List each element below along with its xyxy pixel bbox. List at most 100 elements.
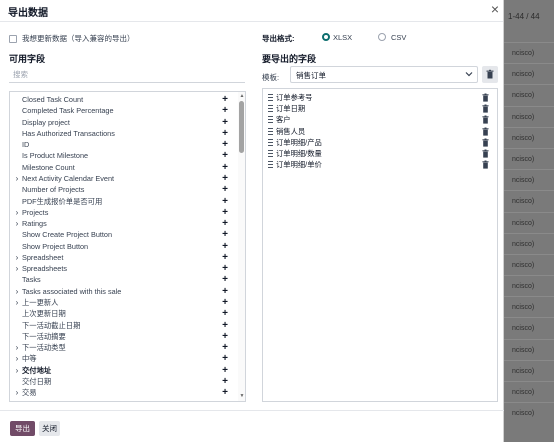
chevron-right-icon[interactable]: ›: [13, 297, 21, 308]
add-field-plus-icon[interactable]: +: [220, 117, 230, 128]
scroll-down-arrow[interactable]: ▼: [238, 393, 245, 399]
add-field-plus-icon[interactable]: +: [220, 331, 230, 342]
add-field-plus-icon[interactable]: +: [220, 229, 230, 240]
chevron-right-icon[interactable]: ›: [13, 387, 21, 398]
delete-template-button[interactable]: [482, 66, 498, 83]
trash-icon[interactable]: [482, 115, 489, 124]
drag-handle-icon[interactable]: [268, 161, 273, 169]
add-field-plus-icon[interactable]: +: [220, 308, 230, 319]
add-field-plus-icon[interactable]: +: [220, 128, 230, 139]
field-search-input[interactable]: [9, 67, 245, 83]
export-field-row[interactable]: 订单明细/产品: [263, 137, 497, 148]
drag-handle-icon[interactable]: [268, 138, 273, 146]
export-field-row[interactable]: 订单明细/数量: [263, 148, 497, 159]
trash-icon[interactable]: [482, 138, 489, 147]
available-field-row[interactable]: › 交易 +: [10, 387, 236, 398]
format-radio-csv[interactable]: [378, 33, 386, 41]
available-field-row[interactable]: 交付日期 +: [10, 376, 236, 387]
update-data-checkbox[interactable]: [9, 34, 17, 43]
available-field-row[interactable]: › Next Activity Calendar Event +: [10, 173, 236, 184]
drag-handle-icon[interactable]: [268, 116, 273, 124]
export-field-row[interactable]: 销售人员: [263, 126, 497, 137]
add-field-plus-icon[interactable]: +: [220, 207, 230, 218]
chevron-right-icon[interactable]: ›: [13, 263, 21, 274]
available-field-row[interactable]: › Tasks associated with this sale +: [10, 286, 236, 297]
available-field-row[interactable]: › 中等 +: [10, 353, 236, 364]
available-field-row[interactable]: Completed Task Percentage +: [10, 105, 236, 116]
chevron-right-icon[interactable]: ›: [13, 353, 21, 364]
add-field-plus-icon[interactable]: +: [220, 218, 230, 229]
close-button[interactable]: 关闭: [39, 421, 60, 436]
available-field-row[interactable]: › Ratings +: [10, 218, 236, 229]
add-field-plus-icon[interactable]: +: [220, 263, 230, 274]
chevron-right-icon[interactable]: ›: [13, 173, 21, 184]
add-field-plus-icon[interactable]: +: [220, 139, 230, 150]
scroll-up-arrow[interactable]: ▲: [238, 93, 245, 99]
available-field-row[interactable]: 下一活动摘要 +: [10, 331, 236, 342]
export-field-row[interactable]: 订单明细/单价: [263, 159, 497, 170]
update-data-checkbox-row[interactable]: 我想更新数据（导入兼容的导出）: [9, 33, 135, 44]
template-select[interactable]: 销售订单: [290, 66, 478, 83]
add-field-plus-icon[interactable]: +: [220, 387, 230, 398]
available-field-row[interactable]: PDF生成报价单是否可用 +: [10, 196, 236, 207]
available-field-row[interactable]: Has Authorized Transactions +: [10, 128, 236, 139]
trash-icon[interactable]: [482, 160, 489, 169]
add-field-plus-icon[interactable]: +: [220, 320, 230, 331]
available-field-row[interactable]: 下一活动截止日期 +: [10, 320, 236, 331]
chevron-right-icon[interactable]: ›: [13, 252, 21, 263]
add-field-plus-icon[interactable]: +: [220, 274, 230, 285]
add-field-plus-icon[interactable]: +: [220, 342, 230, 353]
export-field-row[interactable]: 订单日期: [263, 103, 497, 114]
available-field-row[interactable]: Milestone Count +: [10, 162, 236, 173]
export-button[interactable]: 导出: [10, 421, 35, 436]
add-field-plus-icon[interactable]: +: [220, 286, 230, 297]
available-field-row[interactable]: Closed Task Count +: [10, 94, 236, 105]
drag-handle-icon[interactable]: [268, 127, 273, 135]
add-field-plus-icon[interactable]: +: [220, 353, 230, 364]
available-field-row[interactable]: › 下一活动类型 +: [10, 342, 236, 353]
add-field-plus-icon[interactable]: +: [220, 196, 230, 207]
add-field-plus-icon[interactable]: +: [220, 162, 230, 173]
export-field-row[interactable]: 客户: [263, 114, 497, 125]
drag-handle-icon[interactable]: [268, 150, 273, 157]
available-field-row[interactable]: 上次更新日期 +: [10, 308, 236, 319]
chevron-right-icon[interactable]: ›: [13, 286, 21, 297]
format-radio-xlsx[interactable]: [322, 33, 330, 41]
available-field-row[interactable]: › 上一更新人 +: [10, 297, 236, 308]
chevron-right-icon[interactable]: ›: [13, 365, 21, 376]
drag-handle-icon[interactable]: [268, 105, 273, 113]
available-field-row[interactable]: Show Create Project Button +: [10, 229, 236, 240]
add-field-plus-icon[interactable]: +: [220, 105, 230, 116]
add-field-plus-icon[interactable]: +: [220, 241, 230, 252]
chevron-right-icon[interactable]: ›: [13, 342, 21, 353]
chevron-right-icon[interactable]: ›: [13, 207, 21, 218]
scrollbar-thumb[interactable]: [239, 101, 244, 153]
available-field-row[interactable]: Tasks +: [10, 274, 236, 285]
add-field-plus-icon[interactable]: +: [220, 173, 230, 184]
trash-icon[interactable]: [482, 93, 489, 102]
trash-icon[interactable]: [482, 104, 489, 113]
trash-icon[interactable]: [482, 149, 489, 158]
available-field-row[interactable]: › 交付地址 +: [10, 365, 236, 376]
trash-icon[interactable]: [482, 127, 489, 136]
add-field-plus-icon[interactable]: +: [220, 297, 230, 308]
available-field-row[interactable]: Is Product Milestone +: [10, 150, 236, 161]
drag-handle-icon[interactable]: [268, 94, 273, 101]
close-icon[interactable]: ×: [488, 2, 502, 16]
chevron-right-icon[interactable]: ›: [13, 218, 21, 229]
add-field-plus-icon[interactable]: +: [220, 184, 230, 195]
add-field-plus-icon[interactable]: +: [220, 376, 230, 387]
available-field-row[interactable]: Number of Projects +: [10, 184, 236, 195]
available-field-row[interactable]: › Spreadsheets +: [10, 263, 236, 274]
add-field-plus-icon[interactable]: +: [220, 365, 230, 376]
available-field-row[interactable]: › Spreadsheet +: [10, 252, 236, 263]
available-field-row[interactable]: Display project +: [10, 117, 236, 128]
available-field-row[interactable]: Show Project Button +: [10, 241, 236, 252]
add-field-plus-icon[interactable]: +: [220, 150, 230, 161]
available-field-row[interactable]: ID +: [10, 139, 236, 150]
add-field-plus-icon[interactable]: +: [220, 252, 230, 263]
available-field-row[interactable]: › Projects +: [10, 207, 236, 218]
add-field-plus-icon[interactable]: +: [220, 94, 230, 105]
export-field-row[interactable]: 订单参考号: [263, 92, 497, 103]
scrollbar[interactable]: ▲ ▼: [238, 92, 245, 401]
